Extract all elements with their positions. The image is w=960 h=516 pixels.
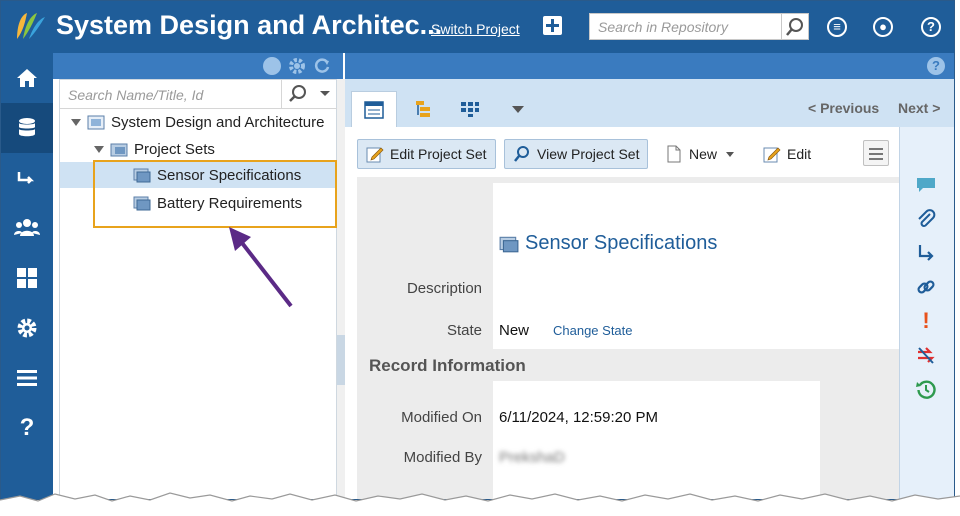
- description-label: Description: [406, 280, 482, 297]
- project-title: System Design and Architec...: [56, 10, 443, 40]
- panel-splitter[interactable]: [337, 79, 345, 499]
- home-icon: [17, 69, 37, 87]
- grid-view-icon: [461, 102, 479, 117]
- attachment-icon[interactable]: [914, 207, 938, 231]
- project-set-icon: [499, 236, 519, 252]
- left-nav: ?: [1, 53, 53, 499]
- repository-search-button[interactable]: [782, 13, 809, 40]
- edit-project-set-label: Edit Project Set: [390, 146, 487, 162]
- record-info-values: [493, 381, 820, 499]
- help-icon[interactable]: ?: [927, 57, 945, 75]
- change-state-link[interactable]: Change State: [553, 323, 633, 338]
- expand-caret-icon[interactable]: [94, 145, 104, 153]
- highlight-box: [93, 160, 337, 228]
- record-title-text: Sensor Specifications: [525, 232, 718, 254]
- nav-settings[interactable]: [1, 303, 53, 353]
- expand-caret-icon[interactable]: [71, 118, 81, 126]
- alert-icon[interactable]: !: [914, 308, 938, 333]
- nav-traceability[interactable]: [1, 153, 53, 203]
- folder-icon: [110, 143, 128, 157]
- edit-icon: [763, 147, 781, 163]
- modified-by-value: PrekshaD: [499, 449, 565, 466]
- tree-node-root[interactable]: System Design and Architecture: [71, 109, 324, 135]
- record-title: Sensor Specifications: [499, 232, 717, 255]
- comments-icon[interactable]: [914, 173, 938, 197]
- new-document-icon: [667, 145, 681, 163]
- user-profile-icon[interactable]: ●: [873, 17, 893, 37]
- add-icon[interactable]: [543, 16, 562, 35]
- trace-arrow-icon[interactable]: [914, 241, 938, 265]
- edit-button[interactable]: Edit: [755, 139, 819, 169]
- refresh-icon[interactable]: [313, 57, 331, 75]
- nav-dashboard[interactable]: [1, 253, 53, 303]
- nav-users[interactable]: [1, 203, 53, 253]
- tab-single-item-view[interactable]: [351, 91, 397, 127]
- view-project-set-label: View Project Set: [537, 146, 640, 162]
- nav-home[interactable]: [1, 53, 53, 103]
- view-tabs: < Previous Next >: [345, 79, 954, 127]
- suspect-link-icon[interactable]: [914, 343, 938, 367]
- tree-node-label: System Design and Architecture: [111, 113, 325, 131]
- gear-icon: [17, 318, 37, 338]
- splitter-handle[interactable]: [337, 335, 345, 385]
- modified-by-label: Modified By: [403, 449, 482, 466]
- nav-help[interactable]: ?: [1, 403, 53, 453]
- previous-button[interactable]: < Previous: [808, 100, 879, 116]
- tab-more-dropdown[interactable]: [495, 91, 541, 127]
- tree-search-button[interactable]: [282, 80, 338, 109]
- edit-project-set-button[interactable]: Edit Project Set: [357, 139, 496, 169]
- link-icon[interactable]: [914, 275, 938, 299]
- project-icon: [87, 115, 105, 130]
- tree-node-project-sets[interactable]: Project Sets: [94, 136, 215, 162]
- chevron-down-icon: [512, 106, 524, 113]
- app-logo-icon[interactable]: [13, 9, 47, 43]
- switch-project-link[interactable]: Switch Project: [431, 21, 520, 37]
- collapse-panel-icon[interactable]: [263, 57, 281, 75]
- dashboard-icon: [17, 268, 37, 288]
- view-project-set-button[interactable]: View Project Set: [504, 139, 649, 169]
- next-button[interactable]: Next >: [898, 100, 940, 116]
- more-actions-button[interactable]: [863, 140, 889, 166]
- help-icon[interactable]: ?: [921, 17, 941, 37]
- messages-icon[interactable]: ≡: [827, 17, 847, 37]
- nav-records[interactable]: [1, 103, 53, 153]
- tree-toolbar: [53, 53, 343, 79]
- trace-arrow-icon: [17, 172, 35, 184]
- search-icon: [786, 18, 803, 36]
- nav-menu[interactable]: [1, 353, 53, 403]
- modified-on-label: Modified On: [401, 409, 482, 426]
- settings-icon[interactable]: [288, 57, 306, 75]
- tree-node-label: Project Sets: [134, 140, 215, 158]
- tree-search-input[interactable]: Search Name/Title, Id: [60, 80, 282, 109]
- modified-on-value: 6/11/2024, 12:59:20 PM: [499, 409, 659, 426]
- new-label: New: [689, 146, 718, 162]
- right-rail: !: [899, 127, 954, 499]
- content-header-strip: ?: [345, 53, 954, 79]
- state-label: State: [446, 322, 482, 339]
- chevron-down-icon: [726, 152, 735, 157]
- reading-view-icon: [416, 101, 430, 117]
- edit-label: Edit: [787, 146, 812, 162]
- database-icon: [19, 118, 35, 137]
- tab-document-view[interactable]: [401, 91, 447, 127]
- edit-icon: [366, 147, 384, 163]
- record-information-header: Record Information: [369, 356, 526, 375]
- torn-edge-decoration: [0, 492, 960, 516]
- users-icon: [14, 219, 40, 236]
- record-toolbar: Edit Project Set View Project Set New Ed…: [345, 127, 899, 177]
- form-view-icon: [364, 100, 384, 119]
- search-icon: [514, 146, 529, 162]
- tab-list-view[interactable]: [447, 91, 493, 127]
- app-window: System Design and Architec... Switch Pro…: [0, 0, 955, 500]
- state-value: New: [499, 322, 530, 339]
- top-header: System Design and Architec... Switch Pro…: [1, 1, 954, 53]
- question-icon: ?: [19, 414, 35, 441]
- repository-search-input[interactable]: Search in Repository: [589, 13, 782, 40]
- new-dropdown-button[interactable]: New: [657, 139, 743, 169]
- history-icon[interactable]: [914, 377, 938, 401]
- annotation-arrow: [229, 227, 293, 308]
- hamburger-icon: [17, 370, 37, 386]
